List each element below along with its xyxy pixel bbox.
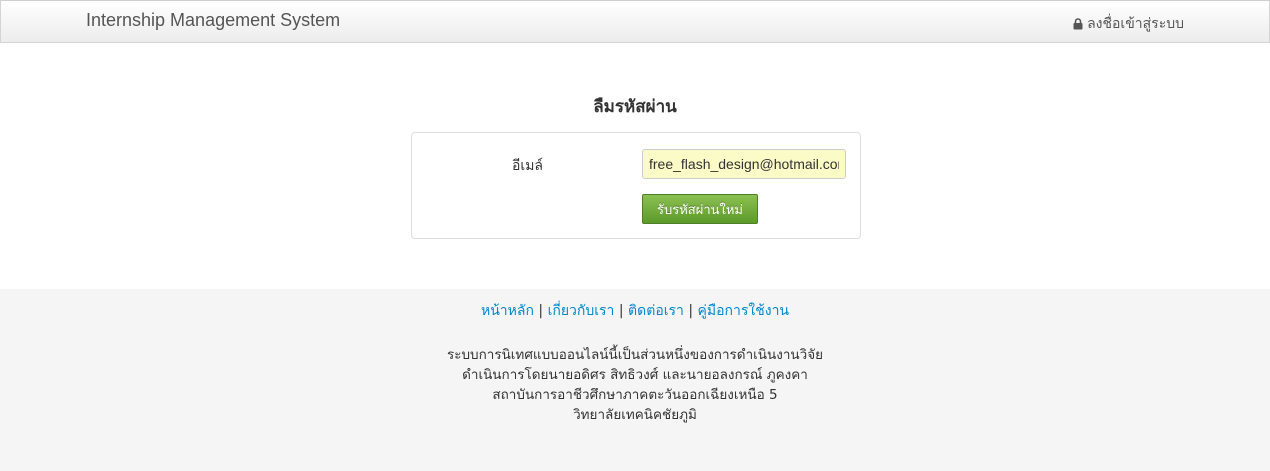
lock-icon bbox=[1073, 18, 1083, 30]
footer-separator: | bbox=[618, 303, 624, 319]
footer: หน้าหลัก | เกี่ยวกับเรา | ติดต่อเรา | คู… bbox=[0, 289, 1270, 471]
footer-line: สถาบันการอาชีวศึกษาภาคตะวันออกเฉียงเหนือ… bbox=[492, 387, 778, 403]
footer-credits: ระบบการนิเทศแบบออนไลน์นี้เป็นส่วนหนึ่งขอ… bbox=[0, 345, 1270, 425]
footer-link-about[interactable]: เกี่ยวกับเรา bbox=[548, 303, 615, 319]
footer-line: ระบบการนิเทศแบบออนไลน์นี้เป็นส่วนหนึ่งขอ… bbox=[446, 347, 824, 363]
footer-nav: หน้าหลัก | เกี่ยวกับเรา | ติดต่อเรา | คู… bbox=[0, 300, 1270, 322]
login-label: ลงชื่อเข้าสู่ระบบ bbox=[1087, 16, 1184, 32]
footer-separator: | bbox=[688, 303, 694, 319]
login-link[interactable]: ลงชื่อเข้าสู่ระบบ bbox=[1073, 13, 1184, 35]
top-navbar: Internship Management System ลงชื่อเข้าส… bbox=[0, 0, 1270, 43]
forgot-password-form: อีเมล์ รับรหัสผ่านใหม่ bbox=[411, 132, 861, 239]
email-input[interactable] bbox=[642, 149, 846, 179]
footer-link-manual[interactable]: คู่มือการใช้งาน bbox=[698, 303, 789, 319]
email-label: อีเมล์ bbox=[512, 158, 544, 174]
footer-link-home[interactable]: หน้าหลัก bbox=[481, 303, 534, 319]
footer-line: วิทยาลัยเทคนิคชัยภูมิ bbox=[573, 407, 697, 423]
reset-password-button[interactable]: รับรหัสผ่านใหม่ bbox=[642, 194, 758, 224]
brand-link[interactable]: Internship Management System bbox=[86, 10, 340, 31]
footer-link-contact[interactable]: ติดต่อเรา bbox=[628, 303, 684, 319]
footer-line: ดำเนินการโดยนายอดิศร สิทธิวงศ์ และนายอลง… bbox=[462, 367, 808, 383]
footer-separator: | bbox=[538, 303, 544, 319]
page-title: ลืมรหัสผ่าน bbox=[593, 97, 677, 117]
